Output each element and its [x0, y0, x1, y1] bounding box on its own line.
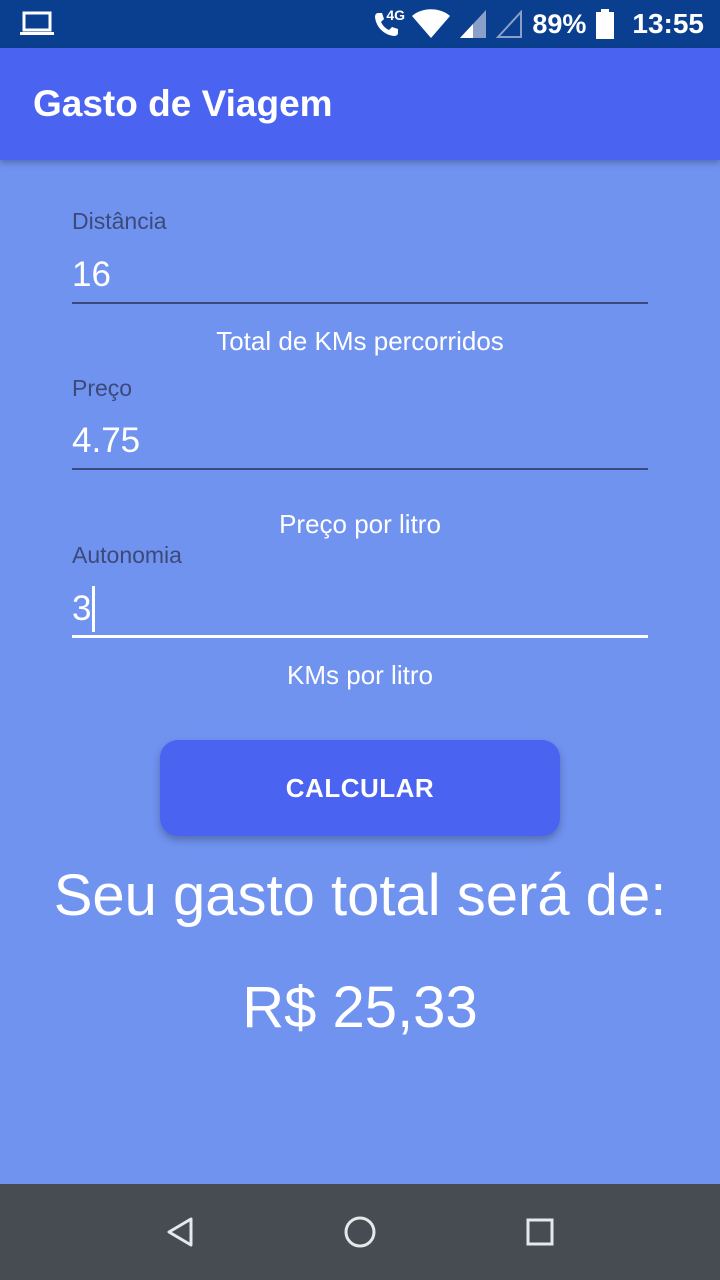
result-title: Seu gasto total será de:: [53, 863, 667, 928]
text-cursor: [92, 585, 96, 632]
calculate-button[interactable]: CALCULAR: [160, 740, 560, 836]
autonomy-label: Autonomia: [72, 542, 182, 568]
price-helper: Preço por litro: [279, 509, 441, 539]
autonomy-helper: KMs por litro: [287, 660, 433, 690]
laptop-icon: [20, 10, 54, 43]
recents-icon: [526, 1218, 554, 1246]
distance-value: 16: [72, 255, 111, 294]
battery-percent: 89%: [532, 8, 587, 39]
battery-icon: [596, 9, 615, 39]
network-type: 4G: [386, 7, 406, 23]
signal-icon: [460, 10, 487, 38]
wifi-icon: [412, 9, 451, 39]
app-bar: Gasto de Viagem: [0, 48, 720, 160]
home-icon: [344, 1216, 376, 1248]
status-icons: 4G 89% 13:55: [372, 0, 704, 48]
distance-input[interactable]: 16: [72, 248, 648, 304]
price-label: Preço: [72, 375, 133, 401]
signal-empty-icon: [496, 10, 523, 38]
wifi-call-icon: 4G: [372, 7, 406, 39]
recents-button[interactable]: [490, 1184, 590, 1280]
autonomy-input[interactable]: 3: [72, 582, 648, 638]
price-input[interactable]: 4.75: [72, 414, 648, 470]
distance-helper: Total de KMs percorridos: [216, 326, 504, 356]
back-icon: [167, 1217, 193, 1247]
home-button[interactable]: [310, 1184, 410, 1280]
distance-label: Distância: [72, 208, 167, 234]
status-bar: 4G 89% 13:55: [0, 0, 720, 48]
result-value: R$ 25,33: [242, 975, 478, 1040]
app-title: Gasto de Viagem: [33, 83, 333, 124]
navigation-bar: [0, 1184, 720, 1280]
clock: 13:55: [632, 8, 704, 39]
back-button[interactable]: [130, 1184, 230, 1280]
autonomy-value: 3: [72, 588, 92, 628]
price-value: 4.75: [72, 421, 141, 460]
